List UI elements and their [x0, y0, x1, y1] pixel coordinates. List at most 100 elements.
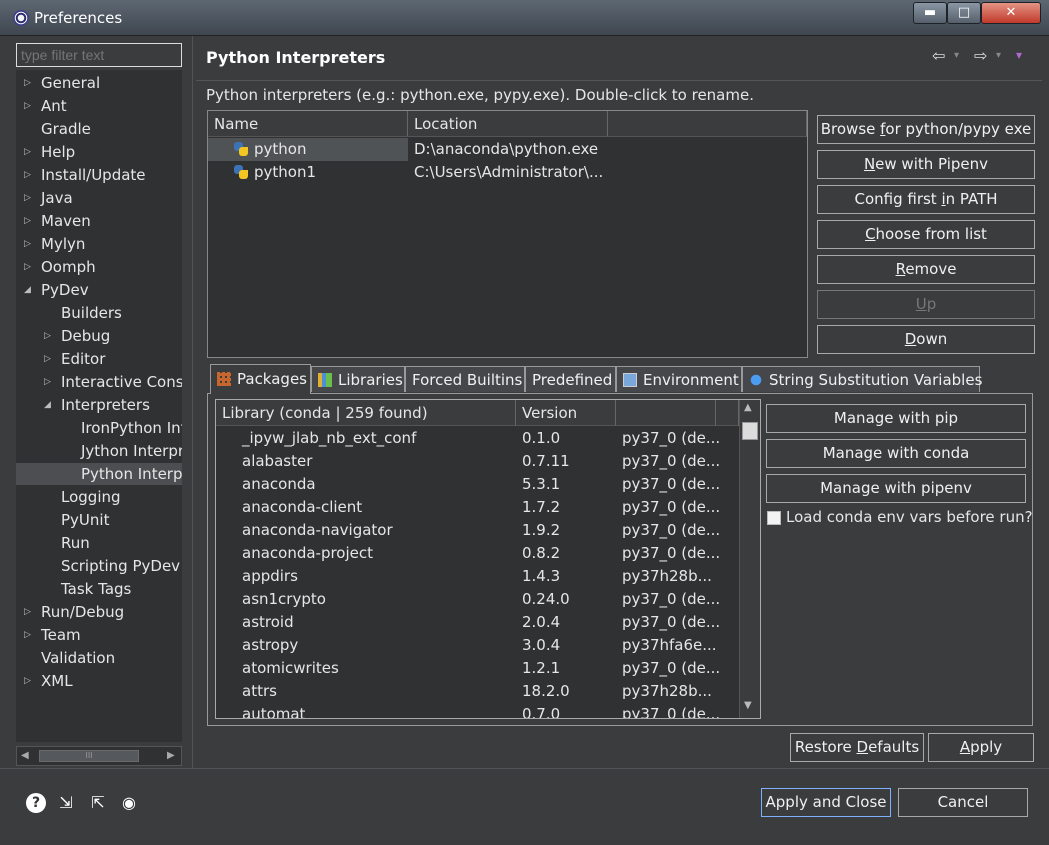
new-with-pipenv-button[interactable]: New with Pipenv	[817, 150, 1035, 179]
expand-toggle-icon[interactable]: ▷	[24, 210, 31, 232]
tree-item[interactable]: ▷ Team	[16, 624, 182, 646]
package-row[interactable]: attrs 18.2.0 py37h28b...	[216, 680, 736, 703]
package-row[interactable]: anaconda-client 1.7.2 py37_0 (de...	[216, 496, 736, 519]
tree-item[interactable]: ▷ Run/Debug	[16, 601, 182, 623]
column-header-library[interactable]: Library (conda | 259 found)	[216, 400, 516, 426]
tree-item[interactable]: ▷ Java	[16, 187, 182, 209]
scroll-thumb[interactable]: III	[39, 750, 139, 762]
scroll-up-icon[interactable]: ▲	[744, 402, 752, 413]
tree-item[interactable]: ▷ Install/Update	[16, 164, 182, 186]
package-row[interactable]: appdirs 1.4.3 py37h28b...	[216, 565, 736, 588]
package-row[interactable]: atomicwrites 1.2.1 py37_0 (de...	[216, 657, 736, 680]
expand-toggle-icon[interactable]: ▷	[24, 624, 31, 646]
tab-forced-builtins[interactable]: Forced Builtins	[405, 366, 525, 392]
package-row[interactable]: asn1crypto 0.24.0 py37_0 (de...	[216, 588, 736, 611]
expand-toggle-icon[interactable]: ▷	[44, 348, 51, 370]
panel-splitter[interactable]	[192, 36, 193, 768]
expand-toggle-icon[interactable]: ▷	[44, 371, 51, 393]
package-row[interactable]: astropy 3.0.4 py37hfa6e...	[216, 634, 736, 657]
choose-from-list-button[interactable]: Choose from list	[817, 220, 1035, 249]
expand-toggle-icon[interactable]: ▷	[24, 601, 31, 623]
minimize-button[interactable]: ▬	[913, 2, 947, 24]
forward-arrow-icon[interactable]: ⇨	[974, 46, 987, 65]
filter-input[interactable]	[16, 43, 182, 67]
browse-for-python-pypy-exe-button[interactable]: Browse for python/pypy exe	[817, 115, 1035, 144]
expand-toggle-icon[interactable]: ▷	[44, 325, 51, 347]
tree-item[interactable]: IronPython Interpreter	[16, 417, 182, 439]
manage-with-conda-button[interactable]: Manage with conda	[766, 439, 1026, 468]
view-menu-icon[interactable]: ▾	[1016, 48, 1022, 62]
tree-item[interactable]: Python Interpreter	[16, 463, 182, 485]
cancel-button[interactable]: Cancel	[898, 788, 1028, 817]
package-row[interactable]: automat 0.7.0 py37_0 (de...	[216, 703, 736, 718]
tab-environment[interactable]: Environment	[616, 366, 742, 392]
tree-item[interactable]: ▷ Ant	[16, 95, 182, 117]
tree-item[interactable]: Builders	[16, 302, 182, 324]
package-row[interactable]: anaconda 5.3.1 py37_0 (de...	[216, 473, 736, 496]
apply-and-close-button[interactable]: Apply and Close	[761, 788, 891, 817]
restore-defaults-button[interactable]: Restore Defaults	[790, 733, 924, 762]
tree-item[interactable]: ▷ Editor	[16, 348, 182, 370]
tab-string-substitution-variables[interactable]: String Substitution Variables	[742, 366, 982, 392]
tree-item[interactable]: ▷ Help	[16, 141, 182, 163]
help-icon[interactable]: ?	[26, 793, 46, 813]
package-row[interactable]: astroid 2.0.4 py37_0 (de...	[216, 611, 736, 634]
tree-item[interactable]: ▷ Mylyn	[16, 233, 182, 255]
tree-item[interactable]: ▷ XML	[16, 670, 182, 692]
tab-libraries[interactable]: Libraries	[311, 366, 405, 392]
interpreter-row[interactable]: python D:\anaconda\python.exe	[208, 138, 807, 161]
tree-item[interactable]: ▷ General	[16, 72, 182, 94]
up-button[interactable]: Up	[817, 290, 1035, 319]
package-row[interactable]: _ipyw_jlab_nb_ext_conf 0.1.0 py37_0 (de...	[216, 427, 736, 450]
config-first-in-path-button[interactable]: Config first in PATH	[817, 185, 1035, 214]
expand-toggle-icon[interactable]: ▷	[24, 233, 31, 255]
tree-item[interactable]: Run	[16, 532, 182, 554]
apply-button[interactable]: Apply	[928, 733, 1034, 762]
scroll-left-icon[interactable]: ◀	[21, 750, 29, 761]
expand-toggle-icon[interactable]: ▷	[24, 187, 31, 209]
package-row[interactable]: anaconda-navigator 1.9.2 py37_0 (de...	[216, 519, 736, 542]
tree-item[interactable]: ▷ Debug	[16, 325, 182, 347]
library-vertical-scrollbar[interactable]: ▲ ▼	[739, 400, 760, 718]
expand-toggle-icon[interactable]: ▷	[24, 72, 31, 94]
expand-toggle-icon[interactable]: ◢	[24, 279, 31, 301]
close-button[interactable]: ✕	[981, 2, 1041, 24]
manage-with-pipenv-button[interactable]: Manage with pipenv	[766, 474, 1026, 503]
tree-item[interactable]: Task Tags	[16, 578, 182, 600]
column-header-name[interactable]: Name	[208, 111, 408, 137]
expand-toggle-icon[interactable]: ▷	[24, 670, 31, 692]
column-header-version[interactable]: Version	[516, 400, 616, 426]
tree-item[interactable]: Gradle	[16, 118, 182, 140]
forward-dropdown-icon[interactable]: ▾	[996, 50, 1001, 61]
export-icon[interactable]: ⇱	[88, 793, 108, 813]
tree-item[interactable]: ▷ Interactive Console	[16, 371, 182, 393]
interpreter-row[interactable]: python1 C:\Users\Administrator\...	[208, 161, 807, 184]
expand-toggle-icon[interactable]: ▷	[24, 164, 31, 186]
expand-toggle-icon[interactable]: ▷	[24, 141, 31, 163]
package-row[interactable]: anaconda-project 0.8.2 py37_0 (de...	[216, 542, 736, 565]
expand-toggle-icon[interactable]: ▷	[24, 95, 31, 117]
down-button[interactable]: Down	[817, 325, 1035, 354]
load-conda-env-checkbox[interactable]	[767, 511, 781, 525]
scroll-down-icon[interactable]: ▼	[744, 700, 752, 711]
tree-item[interactable]: ▷ Maven	[16, 210, 182, 232]
tree-item[interactable]: ◢ PyDev	[16, 279, 182, 301]
package-row[interactable]: alabaster 0.7.11 py37_0 (de...	[216, 450, 736, 473]
tab-packages[interactable]: Packages	[210, 364, 311, 394]
manage-with-pip-button[interactable]: Manage with pip	[766, 404, 1026, 433]
tree-item[interactable]: PyUnit	[16, 509, 182, 531]
tree-item[interactable]: Logging	[16, 486, 182, 508]
back-arrow-icon[interactable]: ⇦	[932, 46, 945, 65]
tree-item[interactable]: Validation	[16, 647, 182, 669]
back-dropdown-icon[interactable]: ▾	[954, 50, 959, 61]
oomph-icon[interactable]: ◉	[119, 793, 139, 813]
remove-button[interactable]: Remove	[817, 255, 1035, 284]
scroll-thumb[interactable]	[742, 422, 758, 440]
tree-item[interactable]: ◢ Interpreters	[16, 394, 182, 416]
tree-horizontal-scrollbar[interactable]: ◀ III ▶	[16, 746, 182, 766]
maximize-button[interactable]: □	[947, 2, 981, 24]
column-header-location[interactable]: Location	[408, 111, 608, 137]
tree-item[interactable]: Jython Interpreter	[16, 440, 182, 462]
tree-item[interactable]: ▷ Oomph	[16, 256, 182, 278]
tab-predefined[interactable]: Predefined	[525, 366, 616, 392]
